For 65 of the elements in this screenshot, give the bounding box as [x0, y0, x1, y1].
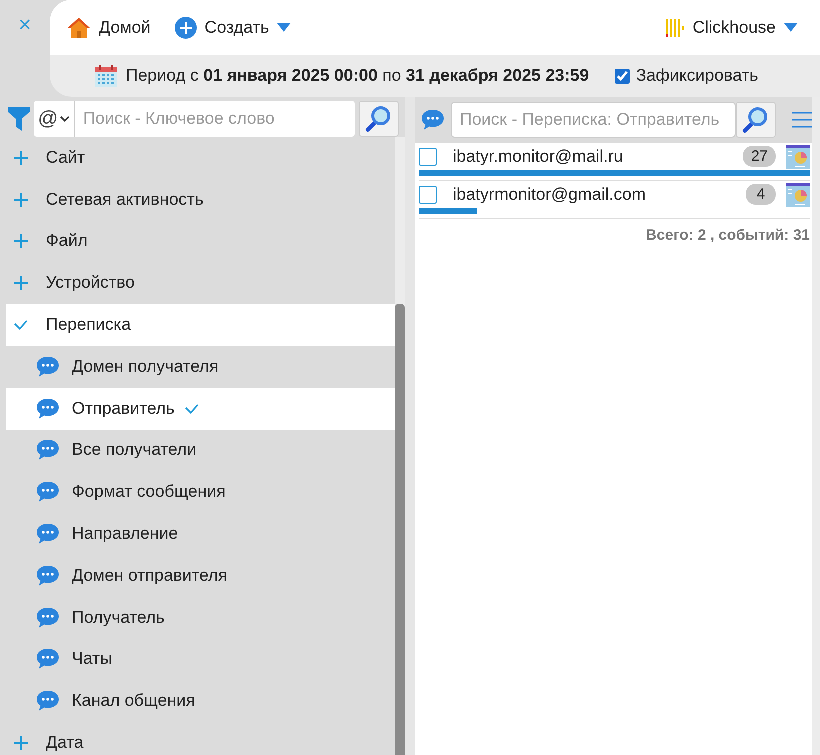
- check-icon: [14, 320, 28, 330]
- plus-icon: [14, 192, 28, 207]
- splitter-handle[interactable]: [405, 97, 415, 755]
- sender-search-field[interactable]: Поиск - Переписка: Отправитель: [451, 102, 736, 138]
- row-checkbox[interactable]: [419, 186, 437, 204]
- count-badge: 27: [743, 146, 776, 167]
- subcategory-item[interactable]: Все получатели: [6, 430, 395, 472]
- plus-icon: [14, 234, 28, 248]
- subcategory-item[interactable]: Домен получателя: [6, 346, 395, 388]
- filter-icon: [8, 107, 30, 131]
- check-icon: [184, 404, 199, 414]
- category-item[interactable]: Сетевая активность: [6, 178, 395, 221]
- plus-icon: [14, 150, 28, 165]
- chat-bubble-icon: [421, 109, 445, 131]
- count-badge: 4: [746, 184, 776, 205]
- subcategory-item[interactable]: Чаты: [6, 638, 395, 680]
- search-button[interactable]: [736, 102, 776, 138]
- chat-bubble-icon: [36, 564, 60, 587]
- chart-report-icon[interactable]: [786, 182, 810, 206]
- home-button[interactable]: Домой: [67, 16, 151, 38]
- search-icon: [365, 105, 393, 133]
- chat-bubble-icon: [36, 523, 60, 546]
- fix-checkbox[interactable]: [615, 68, 630, 84]
- create-button[interactable]: Создать: [174, 16, 292, 38]
- chat-bubble-icon: [36, 398, 60, 420]
- scrollbar[interactable]: [395, 137, 405, 755]
- calendar-icon: [94, 64, 118, 88]
- subcategory-item[interactable]: Канал общения: [6, 680, 395, 722]
- chart-report-icon[interactable]: [786, 144, 810, 168]
- plus-circle-icon: [174, 16, 197, 38]
- fix-label: Зафиксировать: [636, 66, 758, 86]
- subcategory-item[interactable]: Домен отправителя: [6, 554, 395, 597]
- category-item[interactable]: Сайт: [6, 137, 395, 179]
- plus-icon: [14, 736, 28, 750]
- chat-bubble-icon: [36, 481, 60, 504]
- mode-dropdown[interactable]: @: [34, 101, 76, 137]
- category-item[interactable]: Дата: [6, 722, 395, 755]
- chevron-icon: [60, 116, 70, 122]
- subcategory-item[interactable]: Направление: [6, 513, 395, 555]
- plus-icon: [14, 276, 28, 290]
- period-text: Период с 01 января 2025 00:00 по 31 декабря 2025 23:59: [126, 66, 590, 86]
- chat-bubble-icon: [36, 690, 60, 712]
- house-icon: [67, 16, 91, 38]
- chat-bubble-icon: [36, 606, 60, 629]
- chat-bubble-icon: [36, 648, 60, 670]
- row-checkbox[interactable]: [419, 148, 437, 166]
- caret-icon: [784, 23, 798, 32]
- search-button[interactable]: [359, 101, 399, 137]
- category-item[interactable]: Устройство: [6, 262, 395, 304]
- summary-text: Всего: 2 , событий: 31: [645, 226, 810, 244]
- category-item[interactable]: Файл: [6, 220, 395, 262]
- keyword-search-field[interactable]: Поиск - Ключевое слово: [75, 101, 355, 137]
- sender-email: ibatyrmonitor@gmail.com: [453, 184, 647, 204]
- bars-icon: [664, 18, 685, 38]
- chat-bubble-icon: [36, 439, 60, 462]
- category-item[interactable]: Переписка: [6, 304, 395, 346]
- subcategory-item[interactable]: Формат сообщения: [6, 471, 395, 514]
- search-icon: [742, 106, 770, 134]
- sender-email: ibatyr.monitor@mail.ru: [453, 146, 624, 166]
- subcategory-item[interactable]: Получатель: [6, 596, 395, 639]
- caret-icon: [277, 23, 292, 32]
- subcategory-item[interactable]: Отправитель: [6, 388, 395, 430]
- menu-icon[interactable]: [792, 112, 812, 128]
- database-button[interactable]: Clickhouse: [664, 18, 798, 38]
- chat-bubble-icon: [36, 356, 60, 378]
